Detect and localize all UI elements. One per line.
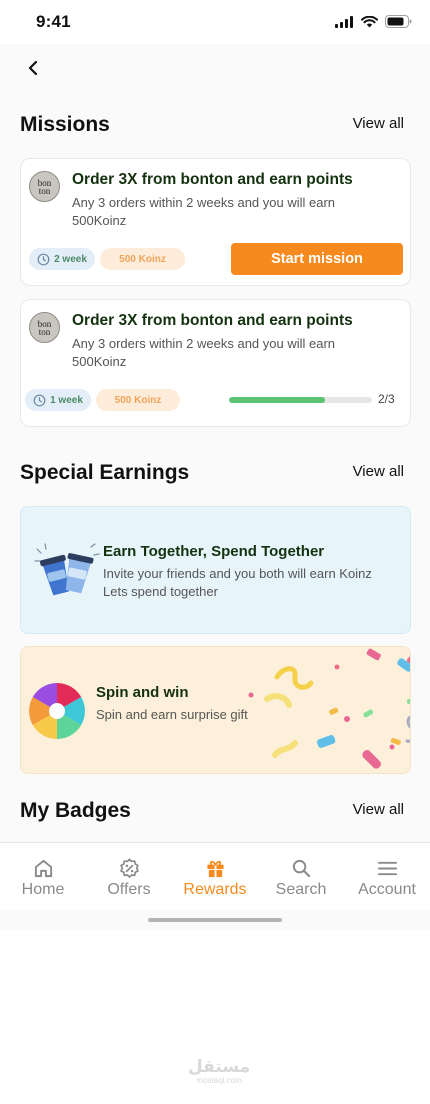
- home-indicator: [148, 918, 282, 922]
- tab-offers[interactable]: Offers: [86, 843, 172, 910]
- mission-progress-fill: [229, 397, 325, 403]
- spin-and-win-description: Spin and earn surprise gift: [96, 707, 248, 722]
- wifi-icon: [361, 15, 378, 27]
- mission-title: Order 3X from bonton and earn points: [72, 312, 353, 329]
- mission-description: Any 3 orders within 2 weeks and you will…: [72, 336, 336, 369]
- mission-title: Order 3X from bonton and earn points: [72, 171, 353, 188]
- earn-together-title: Earn Together, Spend Together: [103, 543, 325, 560]
- mission-progress-bar: [229, 397, 372, 403]
- bottom-tab-bar: Home Offers Rewards Search Account: [0, 842, 430, 910]
- menu-icon: [377, 861, 397, 876]
- cellular-signal-icon: [335, 15, 353, 28]
- tab-home[interactable]: Home: [0, 843, 86, 910]
- gift-icon: [206, 860, 224, 878]
- special-earnings-view-all-link[interactable]: View all: [353, 463, 404, 480]
- clock-icon: [37, 253, 50, 265]
- special-earnings-title: Special Earnings: [20, 461, 190, 484]
- mission-card[interactable]: bon ton Order 3X from bonton and earn po…: [20, 299, 411, 427]
- tab-search[interactable]: Search: [258, 843, 344, 910]
- watermark-latin-text: mostaql.com: [196, 1076, 242, 1085]
- mission-reward-badge: 500 Koinz: [100, 248, 185, 270]
- offers-icon: [119, 858, 139, 878]
- spin-and-win-card[interactable]: Spin and win Spin and earn surprise gift: [20, 646, 411, 774]
- my-badges-view-all-link[interactable]: View all: [353, 801, 404, 818]
- missions-view-all-link[interactable]: View all: [353, 115, 404, 132]
- spin-wheel-icon: [29, 683, 85, 739]
- missions-title: Missions: [20, 113, 110, 136]
- home-icon: [34, 859, 52, 878]
- my-badges-title: My Badges: [20, 799, 131, 822]
- tab-rewards[interactable]: Rewards: [172, 843, 258, 910]
- rewards-screen: 9:41 Missions View all bon ton Order 3X …: [0, 0, 430, 930]
- bonton-logo: bon ton: [29, 312, 60, 343]
- spin-and-win-title: Spin and win: [96, 684, 189, 701]
- mission-progress-text: 2/3: [378, 392, 395, 406]
- mission-description: Any 3 orders within 2 weeks and you will…: [72, 195, 336, 228]
- earn-together-description: Invite your friends and you both will ea…: [103, 566, 372, 581]
- search-icon: [292, 859, 310, 878]
- start-mission-button[interactable]: Start mission: [231, 243, 403, 275]
- clock-icon: [33, 394, 46, 406]
- mission-card[interactable]: bon ton Order 3X from bonton and earn po…: [20, 158, 411, 286]
- earn-together-card[interactable]: Earn Together, Spend Together Invite you…: [20, 506, 411, 634]
- mission-duration-badge: 2 week: [29, 248, 95, 270]
- coffee-cups-icon: [34, 543, 100, 596]
- mission-reward-badge: 500 Koinz: [96, 389, 180, 411]
- earn-together-description: Lets spend together: [103, 584, 218, 599]
- bonton-logo: bon ton: [29, 171, 60, 202]
- status-time: 9:41: [36, 12, 71, 31]
- tab-account[interactable]: Account: [344, 843, 430, 910]
- mostaql-watermark: مستقل mostaql.com: [188, 1058, 250, 1085]
- status-bar: 9:41: [0, 0, 430, 44]
- battery-icon: [385, 15, 412, 28]
- mission-duration-badge: 1 week: [25, 389, 91, 411]
- watermark-arabic-text: مستقل: [188, 1057, 251, 1077]
- back-chevron-icon[interactable]: [22, 56, 46, 80]
